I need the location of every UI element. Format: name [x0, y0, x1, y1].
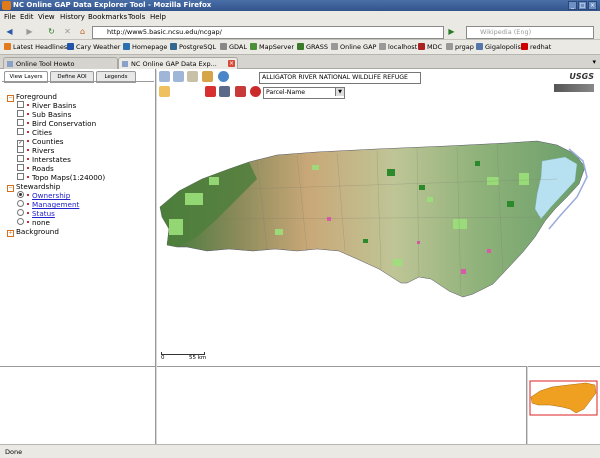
reload-icon[interactable]: ↻ [46, 26, 57, 37]
bookmark-online-gap[interactable]: Online GAP [331, 43, 376, 51]
bookmark-mapserver[interactable]: MapServer [250, 43, 294, 51]
expand-icon: + [7, 230, 14, 237]
layer-topo-maps[interactable]: Topo Maps(1:24000) [17, 173, 105, 182]
forward-icon[interactable]: ▶ [24, 26, 35, 37]
status-text: Done [5, 448, 23, 456]
weather-icon [67, 43, 74, 50]
elephant-icon [170, 43, 177, 50]
page-icon [122, 61, 128, 67]
radio-selected [17, 191, 24, 198]
collapse-icon: − [7, 95, 14, 102]
menu-history[interactable]: History [60, 13, 85, 21]
menu-tools[interactable]: Tools [128, 13, 145, 21]
layer-interstates[interactable]: Interstates [17, 155, 71, 164]
bookmark-latest-headlines[interactable]: Latest Headlines [4, 43, 67, 51]
page-icon [7, 61, 13, 67]
radio [17, 200, 24, 207]
bookmark-postgresql[interactable]: PostgreSQL [170, 43, 216, 51]
firefox-icon [2, 1, 11, 10]
tab-list-icon[interactable]: ▾ [592, 58, 596, 66]
stewardship-ownership[interactable]: Ownership [17, 191, 70, 200]
layer-river-basins[interactable]: River Basins [17, 101, 76, 110]
checkbox [17, 146, 24, 153]
checkbox [17, 101, 24, 108]
back-icon[interactable]: ◀ [4, 26, 15, 37]
stewardship-none[interactable]: none [17, 218, 50, 227]
overview-map-panel [528, 366, 600, 444]
grass-icon [297, 43, 304, 50]
menu-file[interactable]: File [4, 13, 16, 21]
search-input[interactable]: Wikipedia (Eng) [466, 26, 594, 39]
bookmark-cary-weather[interactable]: Cary Weather [67, 43, 120, 51]
url-bar[interactable]: http://www5.basic.ncsu.edu/ncgap/ [92, 26, 444, 39]
bookmark-mdc[interactable]: MDC [418, 43, 442, 51]
bookmarks-toolbar: Latest Headlines Cary Weather Homepage P… [0, 40, 600, 55]
layer-rivers[interactable]: Rivers [17, 146, 54, 155]
stop-icon[interactable]: ✕ [62, 26, 73, 37]
overview-map[interactable] [528, 367, 600, 445]
collapse-icon: − [7, 185, 14, 192]
menu-bar: File Edit View History Bookmarks Tools H… [0, 11, 600, 23]
checkbox [17, 128, 24, 135]
redhat-icon [521, 43, 528, 50]
window-title-bar: NC Online GAP Data Explorer Tool - Mozil… [0, 0, 600, 11]
navigation-toolbar: ◀ ▶ ↻ ✕ ⌂ http://www5.basic.ncsu.edu/ncg… [0, 23, 600, 40]
page-icon [379, 43, 386, 50]
bookmark-homepage[interactable]: Homepage [123, 43, 167, 51]
page-icon [220, 43, 227, 50]
radio [17, 209, 24, 216]
home-icon[interactable]: ⌂ [77, 26, 88, 37]
layer-sub-basins[interactable]: Sub Basins [17, 110, 71, 119]
url-text: http://www5.basic.ncsu.edu/ncgap/ [107, 28, 222, 36]
bookmark-gdal[interactable]: GDAL [220, 43, 247, 51]
rss-icon [4, 43, 11, 50]
status-bar: Done [0, 444, 600, 458]
checkbox [17, 173, 24, 180]
maximize-button[interactable]: □ [578, 1, 587, 10]
map-icon [476, 43, 483, 50]
menu-bookmarks[interactable]: Bookmarks [88, 13, 127, 21]
layer-bird-conservation[interactable]: Bird Conservation [17, 119, 96, 128]
tab-bar: Online Tool Howto NC Online GAP Data Exp… [0, 55, 600, 70]
menu-help[interactable]: Help [150, 13, 166, 21]
bookmark-prgap[interactable]: prgap [446, 43, 474, 51]
scale-bar: 0 55 km [161, 352, 207, 362]
window-title: NC Online GAP Data Explorer Tool - Mozil… [13, 1, 212, 9]
layer-roads[interactable]: Roads [17, 164, 54, 173]
minimize-button[interactable]: _ [568, 1, 577, 10]
state-map[interactable] [157, 69, 600, 366]
layers-panel: View Layers Define AOI Legends − Foregrou… [0, 69, 156, 366]
stewardship-management[interactable]: Management [17, 200, 79, 209]
bookmark-redhat[interactable]: redhat [521, 43, 551, 51]
close-tab-icon[interactable]: × [228, 60, 235, 67]
menu-edit[interactable]: Edit [20, 13, 34, 21]
map-panel: ALLIGATOR RIVER NATIONAL WILDLIFE REFUGE… [157, 69, 600, 366]
page-icon [331, 43, 338, 50]
page-icon [123, 43, 130, 50]
layer-cities[interactable]: Cities [17, 128, 52, 137]
checkbox [17, 155, 24, 162]
page-icon [446, 43, 453, 50]
bookmark-gigalopolis[interactable]: Gigalopolis [476, 43, 521, 51]
info-panel-center [157, 366, 527, 444]
background-group[interactable]: + Background [7, 227, 59, 237]
menu-view[interactable]: View [38, 13, 55, 21]
radio [17, 218, 24, 225]
bookmark-localhost[interactable]: localhost [379, 43, 417, 51]
close-window-button[interactable]: × [588, 1, 597, 10]
mdc-icon [418, 43, 425, 50]
globe-icon [250, 43, 257, 50]
stewardship-status[interactable]: Status [17, 209, 55, 218]
go-icon[interactable]: ▶ [446, 26, 457, 37]
checkbox [17, 164, 24, 171]
checkbox [17, 119, 24, 126]
search-placeholder: Wikipedia (Eng) [480, 28, 532, 36]
info-panel-left [0, 366, 156, 444]
checkbox [17, 110, 24, 117]
bookmark-grass[interactable]: GRASS [297, 43, 328, 51]
